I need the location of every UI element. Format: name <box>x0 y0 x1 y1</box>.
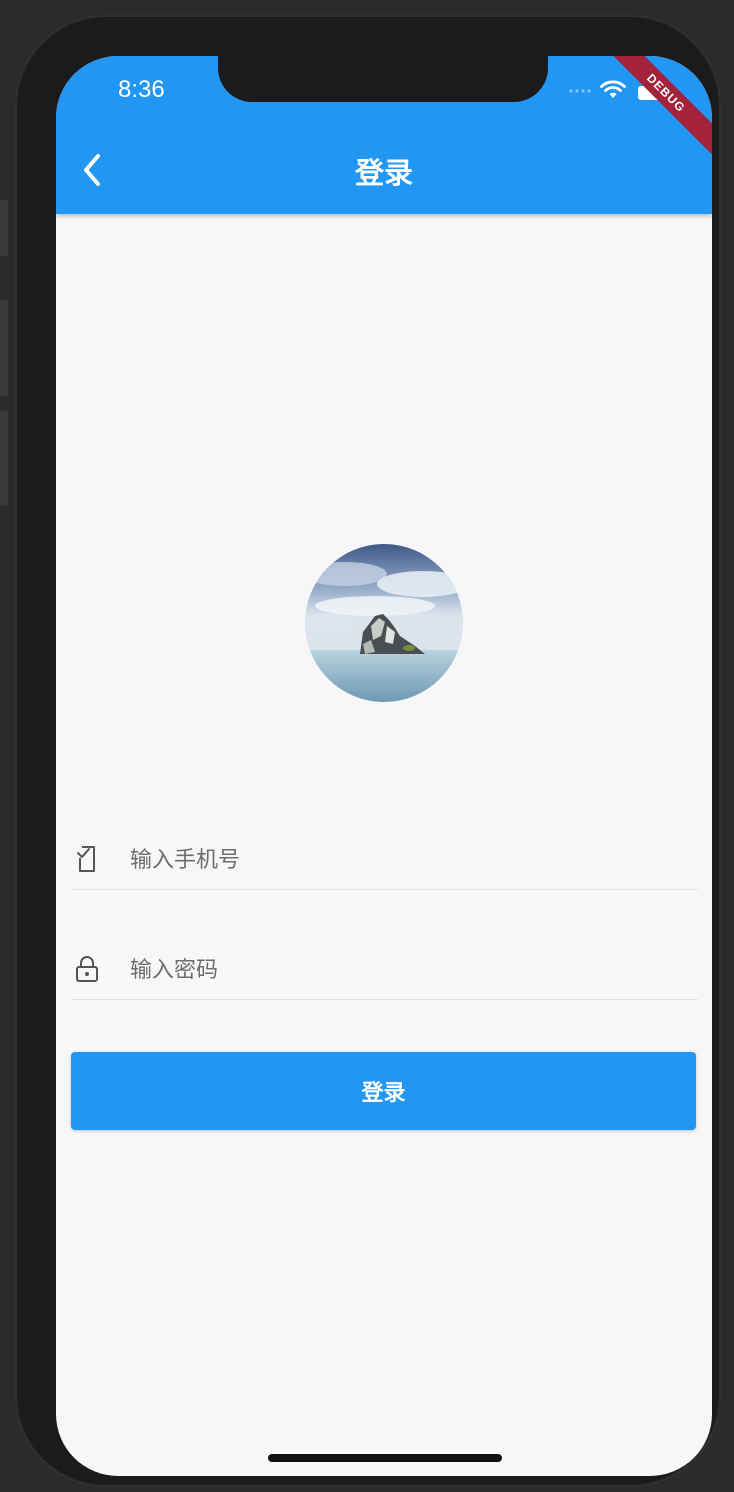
app-bar: 8:36 DEBUG 登录 <box>56 56 712 214</box>
debug-banner: DEBUG <box>594 56 712 165</box>
status-time: 8:36 <box>118 76 165 103</box>
island-photo <box>305 544 463 702</box>
home-indicator <box>268 1454 502 1462</box>
divider <box>72 889 698 890</box>
divider <box>72 999 698 1000</box>
page-title: 登录 <box>354 156 413 190</box>
phone-icon <box>77 846 95 872</box>
phone-input[interactable] <box>128 840 692 880</box>
login-button[interactable]: 登录 <box>71 1052 696 1130</box>
notch <box>218 56 548 102</box>
screen: 8:36 DEBUG 登录 输入手机号 登录 <box>56 56 712 1476</box>
hardware-button <box>0 410 8 506</box>
signal-icon <box>569 89 591 93</box>
password-field <box>72 940 698 1000</box>
password-input[interactable] <box>128 950 692 990</box>
hardware-button <box>0 200 8 256</box>
avatar <box>305 544 463 702</box>
lock-icon <box>76 956 98 982</box>
wifi-icon <box>600 80 626 98</box>
hardware-button <box>0 300 8 396</box>
phone-frame: 8:36 DEBUG 登录 输入手机号 登录 <box>14 14 722 1488</box>
phone-field <box>72 830 698 890</box>
